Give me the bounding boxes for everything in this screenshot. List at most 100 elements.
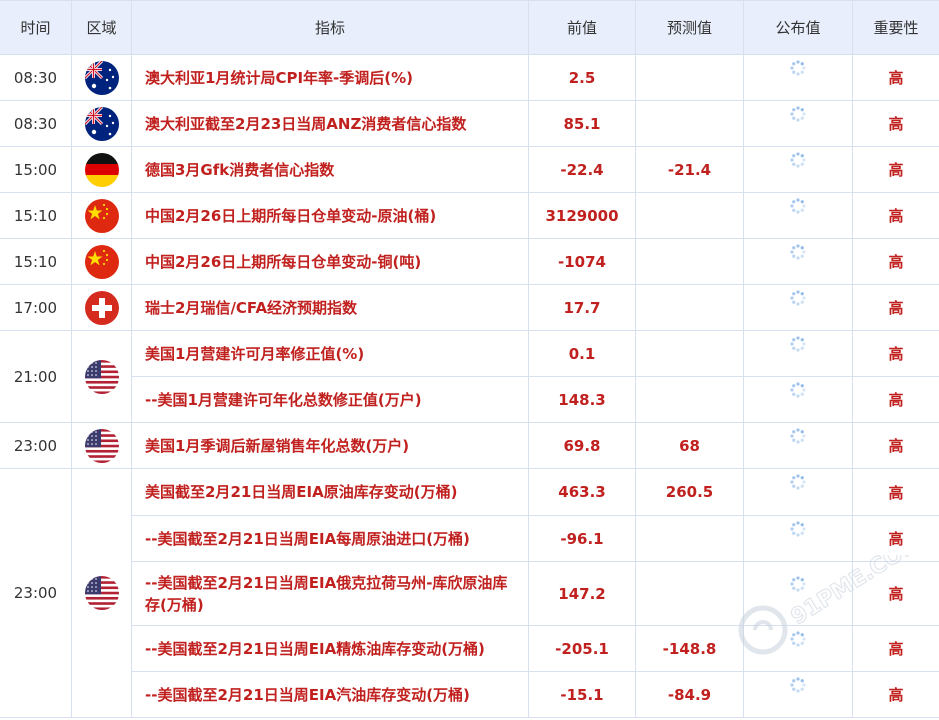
importance-value: 高 (852, 422, 939, 469)
importance-value: 高 (852, 515, 939, 562)
region-cell (71, 330, 132, 423)
forecast-value: 68 (635, 422, 744, 469)
forecast-value (635, 192, 744, 239)
actual-value (743, 238, 853, 285)
forecast-value: -84.9 (635, 671, 744, 718)
indicator-link[interactable]: 美国1月营建许可月率修正值(%) (131, 330, 529, 377)
header-region: 区域 (71, 0, 132, 55)
indicator-link[interactable]: --美国截至2月21日当周EIA汽油库存变动(万桶) (131, 671, 529, 718)
loading-spinner-icon (789, 473, 807, 491)
indicator-link[interactable]: 澳大利亚1月统计局CPI年率-季调后(%) (131, 54, 529, 101)
economic-calendar-table: 时间 区域 指标 前值 预测值 公布值 重要性 08:30 澳大利亚1月统计局C… (0, 0, 939, 718)
importance-value: 高 (852, 192, 939, 239)
table-row: --美国截至2月21日当周EIA俄克拉荷马州-库欣原油库存(万桶) 147.2 … (0, 561, 939, 626)
forecast-value (635, 54, 744, 101)
forecast-value (635, 561, 744, 626)
header-importance: 重要性 (852, 0, 939, 55)
loading-spinner-icon (789, 335, 807, 353)
time-cell: 17:00 (0, 284, 72, 331)
indicator-link[interactable]: --美国截至2月21日当周EIA每周原油进口(万桶) (131, 515, 529, 562)
importance-value: 高 (852, 330, 939, 377)
importance-value: 高 (852, 561, 939, 626)
indicator-link[interactable]: --美国截至2月21日当周EIA精炼油库存变动(万桶) (131, 625, 529, 672)
table-row: --美国截至2月21日当周EIA精炼油库存变动(万桶) -205.1 -148.… (0, 625, 939, 672)
previous-value: -1074 (528, 238, 636, 285)
time-cell: 15:10 (0, 238, 72, 285)
loading-spinner-icon (789, 105, 807, 123)
indicator-link[interactable]: --美国截至2月21日当周EIA俄克拉荷马州-库欣原油库存(万桶) (131, 561, 529, 626)
loading-spinner-icon (789, 630, 807, 648)
table-row: 23:00 美国截至2月21日当周EIA原油库存变动(万桶) 463.3 260… (0, 468, 939, 718)
table-row: 21:00 美国1月营建许可月率修正值(%) 0.1 高 (0, 330, 939, 423)
time-cell: 15:00 (0, 146, 72, 193)
time-cell: 23:00 (0, 468, 72, 718)
previous-value: 3129000 (528, 192, 636, 239)
importance-value: 高 (852, 625, 939, 672)
header-actual: 公布值 (743, 0, 853, 55)
previous-value: 463.3 (528, 468, 636, 516)
region-cell (71, 468, 132, 718)
loading-spinner-icon (789, 243, 807, 261)
forecast-value (635, 330, 744, 377)
region-cell (71, 192, 132, 239)
forecast-value (635, 238, 744, 285)
importance-value: 高 (852, 100, 939, 147)
usa-flag-icon (84, 359, 119, 394)
germany-flag-icon (84, 152, 119, 187)
table-row: 08:30 澳大利亚1月统计局CPI年率-季调后(%) 2.5 高 (0, 54, 939, 101)
indicator-link[interactable]: 中国2月26日上期所每日仓单变动-铜(吨) (131, 238, 529, 285)
region-cell (71, 238, 132, 285)
forecast-value: -21.4 (635, 146, 744, 193)
region-cell (71, 146, 132, 193)
table-row: 17:00 瑞士2月瑞信/CFA经济预期指数 17.7 高 (0, 284, 939, 331)
time-cell: 08:30 (0, 100, 72, 147)
china-flag-icon (84, 198, 119, 233)
table-row: 15:10 中国2月26日上期所每日仓单变动-铜(吨) -1074 高 (0, 238, 939, 285)
table-row: --美国1月营建许可年化总数修正值(万户) 148.3 高 (0, 376, 939, 423)
previous-value: 0.1 (528, 330, 636, 377)
header-previous: 前值 (528, 0, 636, 55)
indicator-link[interactable]: 美国1月季调后新屋销售年化总数(万户) (131, 422, 529, 469)
region-cell (71, 422, 132, 469)
indicator-link[interactable]: 德国3月Gfk消费者信心指数 (131, 146, 529, 193)
previous-value: 2.5 (528, 54, 636, 101)
actual-value (743, 330, 853, 377)
australia-flag-icon (84, 106, 119, 141)
header-time: 时间 (0, 0, 72, 55)
importance-value: 高 (852, 238, 939, 285)
time-cell: 08:30 (0, 54, 72, 101)
previous-value: -22.4 (528, 146, 636, 193)
usa-flag-icon (84, 428, 119, 463)
indicator-link[interactable]: 美国截至2月21日当周EIA原油库存变动(万桶) (131, 468, 529, 516)
forecast-value: 260.5 (635, 468, 744, 516)
header-forecast: 预测值 (635, 0, 744, 55)
time-cell: 23:00 (0, 422, 72, 469)
table-header-row: 时间 区域 指标 前值 预测值 公布值 重要性 (0, 0, 939, 55)
table-row: --美国截至2月21日当周EIA每周原油进口(万桶) -96.1 高 (0, 515, 939, 562)
previous-value: 17.7 (528, 284, 636, 331)
loading-spinner-icon (789, 59, 807, 77)
indicator-link[interactable]: 中国2月26日上期所每日仓单变动-原油(桶) (131, 192, 529, 239)
indicator-link[interactable]: 瑞士2月瑞信/CFA经济预期指数 (131, 284, 529, 331)
previous-value: -205.1 (528, 625, 636, 672)
forecast-value (635, 284, 744, 331)
actual-value (743, 561, 853, 626)
actual-value (743, 146, 853, 193)
time-cell: 21:00 (0, 330, 72, 423)
importance-value: 高 (852, 376, 939, 423)
importance-value: 高 (852, 54, 939, 101)
indicator-link[interactable]: 澳大利亚截至2月23日当周ANZ消费者信心指数 (131, 100, 529, 147)
importance-value: 高 (852, 284, 939, 331)
previous-value: -96.1 (528, 515, 636, 562)
previous-value: 85.1 (528, 100, 636, 147)
previous-value: 69.8 (528, 422, 636, 469)
indicator-link[interactable]: --美国1月营建许可年化总数修正值(万户) (131, 376, 529, 423)
previous-value: 148.3 (528, 376, 636, 423)
usa-flag-icon (84, 576, 119, 610)
forecast-value (635, 100, 744, 147)
actual-value (743, 376, 853, 423)
time-cell: 15:10 (0, 192, 72, 239)
loading-spinner-icon (789, 381, 807, 399)
importance-value: 高 (852, 146, 939, 193)
table-row: 15:00 德国3月Gfk消费者信心指数 -22.4 -21.4 高 (0, 146, 939, 193)
